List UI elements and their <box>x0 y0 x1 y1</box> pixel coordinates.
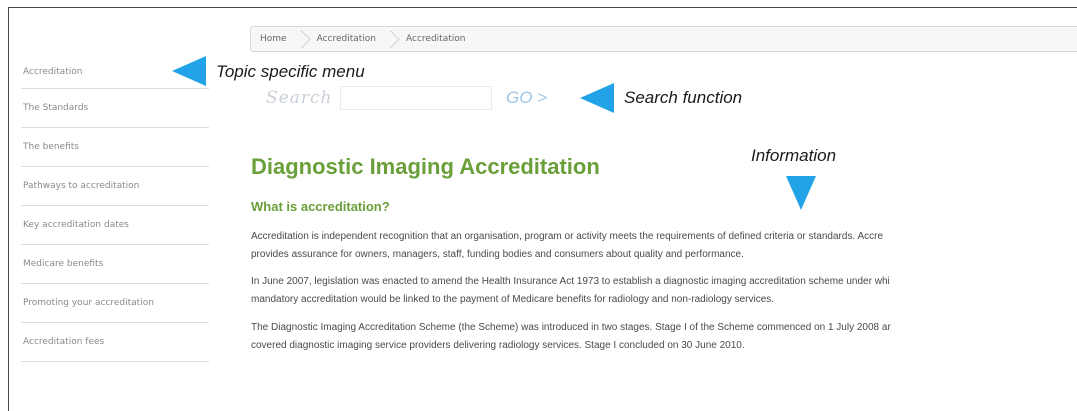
menu-annotation-arrow-icon <box>172 56 206 86</box>
breadcrumb-separator <box>297 26 307 52</box>
paragraph-3-line-1: The Diagnostic Imaging Accreditation Sch… <box>251 322 891 333</box>
sidebar-item-fees[interactable]: Accreditation fees <box>21 323 209 362</box>
paragraph-2-line-2: mandatory accreditation would be linked … <box>251 294 775 305</box>
breadcrumb-accreditation-2[interactable]: Accreditation <box>396 27 475 51</box>
search-annotation: Search function <box>624 88 743 107</box>
breadcrumb-separator <box>386 26 396 52</box>
sidebar-item-pathways[interactable]: Pathways to accreditation <box>21 167 209 206</box>
paragraph-1-line-1: Accreditation is independent recognition… <box>251 231 884 242</box>
search-input[interactable] <box>340 86 492 110</box>
breadcrumb: Home Accreditation Accreditation <box>250 26 1077 52</box>
sidebar-item-standards[interactable]: The Standards <box>21 89 209 128</box>
search-label: Search <box>266 88 333 108</box>
sidebar-item-promoting[interactable]: Promoting your accreditation <box>21 284 209 323</box>
breadcrumb-home[interactable]: Home <box>251 27 297 51</box>
paragraph-2: In June 2007, legislation was enacted to… <box>251 273 1077 309</box>
search-annotation-arrow-icon <box>580 83 614 113</box>
sidebar-item-medicare[interactable]: Medicare benefits <box>21 245 209 284</box>
paragraph-1: Accreditation is independent recognition… <box>251 228 1077 264</box>
breadcrumb-accreditation-1[interactable]: Accreditation <box>307 27 386 51</box>
page-title: Diagnostic Imaging Accreditation <box>251 154 600 179</box>
info-annotation: Information <box>751 146 837 165</box>
menu-annotation: Topic specific menu <box>216 62 365 81</box>
go-button[interactable]: GO > <box>506 88 547 108</box>
paragraph-3: The Diagnostic Imaging Accreditation Sch… <box>251 319 1077 355</box>
paragraph-2-line-1: In June 2007, legislation was enacted to… <box>251 276 890 287</box>
section-heading: What is accreditation? <box>251 199 390 214</box>
sidebar-item-key-dates[interactable]: Key accreditation dates <box>21 206 209 245</box>
paragraph-3-line-2: covered diagnostic imaging service provi… <box>251 340 745 351</box>
sidebar-menu: Accreditation The Standards The benefits… <box>21 56 209 362</box>
sidebar-item-benefits[interactable]: The benefits <box>21 128 209 167</box>
paragraph-1-line-2: provides assurance for owners, managers,… <box>251 249 744 260</box>
info-annotation-arrow-icon <box>786 176 816 210</box>
search-bar: Search GO > <box>266 84 547 112</box>
